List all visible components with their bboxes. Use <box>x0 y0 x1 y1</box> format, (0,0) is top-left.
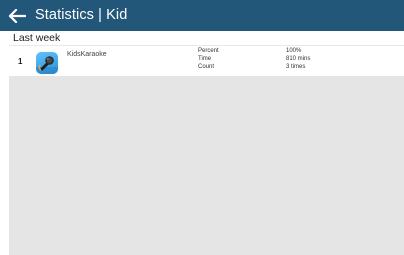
rank-number: 1 <box>18 57 23 66</box>
app-stat-row[interactable]: 1 KidsKaraoke Percent Time Count 100% 81… <box>9 45 404 76</box>
app-name: KidsKaraoke <box>67 51 107 58</box>
section-title: Last week <box>13 32 61 44</box>
page-title: Statistics | Kid <box>35 7 128 23</box>
arrow-left-icon <box>8 8 26 23</box>
count-label: Count <box>198 64 215 70</box>
time-label: Time <box>198 56 212 62</box>
back-button[interactable] <box>2 0 32 31</box>
statistics-screen: Statistics | Kid Last week 1 KidsKaraoke… <box>0 0 404 255</box>
percent-value: 100% <box>286 48 302 54</box>
statistics-content: Last week 1 KidsKaraoke Percent Time Cou… <box>9 31 404 255</box>
empty-list-area <box>9 76 404 255</box>
karaoke-microphone-icon <box>36 52 58 74</box>
count-value: 3 times <box>286 64 306 70</box>
app-bar: Statistics | Kid <box>0 0 404 31</box>
percent-label: Percent <box>198 48 219 54</box>
time-value: 810 mins <box>286 56 311 62</box>
